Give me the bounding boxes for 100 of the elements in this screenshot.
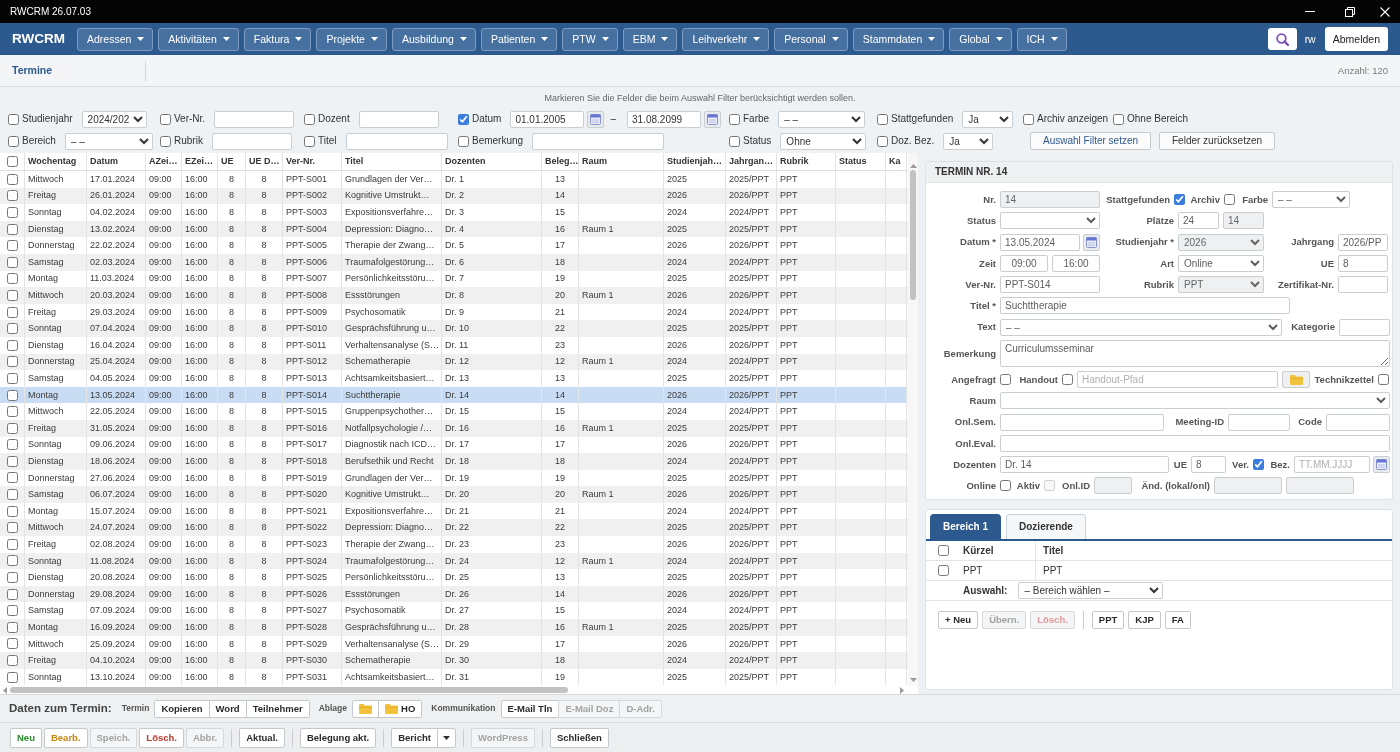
row-checkbox[interactable] [6, 406, 18, 418]
input-field[interactable]: 31.08.2099 [627, 110, 701, 128]
input-field[interactable]: 24 [1178, 212, 1219, 230]
column-header[interactable]: Studienjah… [664, 153, 726, 170]
column-header[interactable]: Titel [1036, 544, 1064, 557]
action-button[interactable]: KJP [1128, 611, 1161, 630]
checkbox[interactable] [877, 135, 888, 147]
row-checkbox[interactable] [6, 555, 18, 567]
row-checkbox[interactable] [6, 422, 18, 434]
input-field[interactable] [1000, 413, 1164, 431]
input-field[interactable]: Suchttherapie [1000, 297, 1290, 315]
row-checkbox[interactable] [6, 306, 18, 318]
column-header[interactable]: Jahrgan… [726, 153, 777, 170]
column-header[interactable]: Ver-Nr. [283, 153, 342, 170]
checkbox[interactable] [1062, 374, 1073, 385]
input-field[interactable]: 01.01.2005 [510, 110, 585, 128]
scrollbar-thumb[interactable] [10, 687, 568, 693]
action-button[interactable]: Bericht [391, 727, 438, 748]
logout-button[interactable]: Abmelden [1324, 27, 1388, 51]
checkbox[interactable] [1000, 480, 1011, 492]
dropdown[interactable]: 2024/202 [81, 110, 147, 128]
column-header[interactable]: Datum [87, 153, 146, 170]
checkbox[interactable] [304, 113, 315, 125]
calendar-button[interactable] [1083, 233, 1100, 251]
row-checkbox[interactable] [6, 207, 18, 218]
dropdown[interactable]: Ja [962, 110, 1014, 128]
dropdown[interactable]: – – [778, 110, 866, 128]
tab[interactable]: Bereich 1 [930, 514, 1002, 540]
column-header[interactable]: UE D… [246, 153, 283, 170]
checkbox[interactable] [877, 113, 888, 125]
action-button[interactable]: E-Mail Tln [500, 699, 560, 718]
row-checkbox[interactable] [6, 323, 18, 335]
action-button[interactable]: Kopieren [154, 699, 210, 718]
menu-button[interactable]: Leihverkehr [682, 27, 770, 51]
input-field[interactable]: PPT-S014 [1000, 276, 1100, 293]
input-field[interactable]: 8 [1338, 254, 1388, 272]
action-button[interactable]: Teilnehmer [245, 699, 310, 718]
row-checkbox[interactable] [6, 655, 18, 666]
row-checkbox[interactable] [6, 273, 18, 285]
menu-button[interactable]: EBM [622, 27, 678, 51]
dropdown[interactable]: – – [1272, 191, 1350, 208]
input-field[interactable] [532, 132, 665, 150]
action-button[interactable]: Aktual. [239, 727, 285, 748]
calendar-button[interactable] [587, 110, 605, 128]
input-field[interactable] [1326, 413, 1390, 431]
checkbox[interactable] [1113, 113, 1124, 125]
row-checkbox[interactable] [6, 389, 18, 401]
tab[interactable]: Dozierende [1006, 514, 1086, 540]
row-checkbox[interactable] [937, 565, 949, 577]
menu-button[interactable]: Global [949, 27, 1012, 51]
row-checkbox[interactable] [6, 588, 18, 600]
row-checkbox[interactable] [6, 489, 18, 501]
action-button[interactable]: Neu [10, 727, 42, 748]
column-header[interactable]: UE [218, 153, 246, 170]
checkbox[interactable] [1174, 194, 1185, 205]
menu-button[interactable]: Patienten [480, 27, 558, 51]
row-checkbox[interactable] [6, 472, 18, 484]
column-header[interactable]: Rubrik [777, 153, 836, 170]
checkbox[interactable] [1023, 113, 1034, 125]
dropdown[interactable]: Ja [943, 132, 994, 150]
row-checkbox[interactable] [6, 190, 18, 202]
input-field[interactable]: TT.MM.JJJJ [1294, 456, 1370, 473]
input-field[interactable] [1000, 434, 1390, 452]
checkbox[interactable] [1253, 459, 1264, 470]
checkbox[interactable] [304, 135, 315, 147]
row-checkbox[interactable] [6, 289, 18, 301]
column-header[interactable]: Titel [342, 153, 442, 170]
row-checkbox[interactable] [6, 605, 18, 617]
column-header[interactable]: Kürzel [960, 541, 1036, 561]
checkbox[interactable] [458, 135, 469, 147]
menu-button[interactable]: ICH [1016, 27, 1067, 51]
input-field[interactable]: 8 [1191, 456, 1226, 473]
row-checkbox[interactable] [6, 522, 18, 534]
checkbox[interactable] [1378, 374, 1389, 385]
row-checkbox[interactable] [6, 638, 18, 650]
column-header[interactable]: Beleg… [542, 153, 579, 170]
menu-button[interactable]: Personal [774, 27, 848, 51]
input-field[interactable]: Dr. 14 [1000, 456, 1169, 473]
row-checkbox[interactable] [6, 240, 18, 252]
row-checkbox[interactable] [6, 455, 18, 467]
dropdown[interactable]: – – [1000, 318, 1282, 336]
column-header[interactable]: Ka [886, 153, 907, 170]
input-field[interactable] [345, 132, 448, 150]
input-field[interactable] [358, 110, 439, 128]
menu-button[interactable]: Adressen [77, 27, 154, 51]
menu-button[interactable]: Ausbildung [391, 27, 476, 51]
column-header[interactable]: AZei… [146, 153, 182, 170]
row-checkbox[interactable] [6, 572, 18, 584]
row-checkbox[interactable] [6, 671, 18, 683]
row-checkbox[interactable] [6, 505, 18, 517]
dropdown[interactable]: – Bereich wählen – [1018, 582, 1164, 600]
header-checkbox[interactable] [7, 156, 18, 167]
input-field[interactable]: 16:00 [1052, 254, 1100, 272]
input-field[interactable] [1228, 413, 1290, 431]
action-button[interactable]: FA [1164, 611, 1191, 630]
row-checkbox[interactable] [6, 256, 18, 268]
dropdown-toggle-button[interactable] [436, 727, 456, 748]
column-header[interactable]: Raum [579, 153, 664, 170]
action-button[interactable]: Schließen [549, 727, 609, 748]
checkbox[interactable] [8, 135, 19, 147]
